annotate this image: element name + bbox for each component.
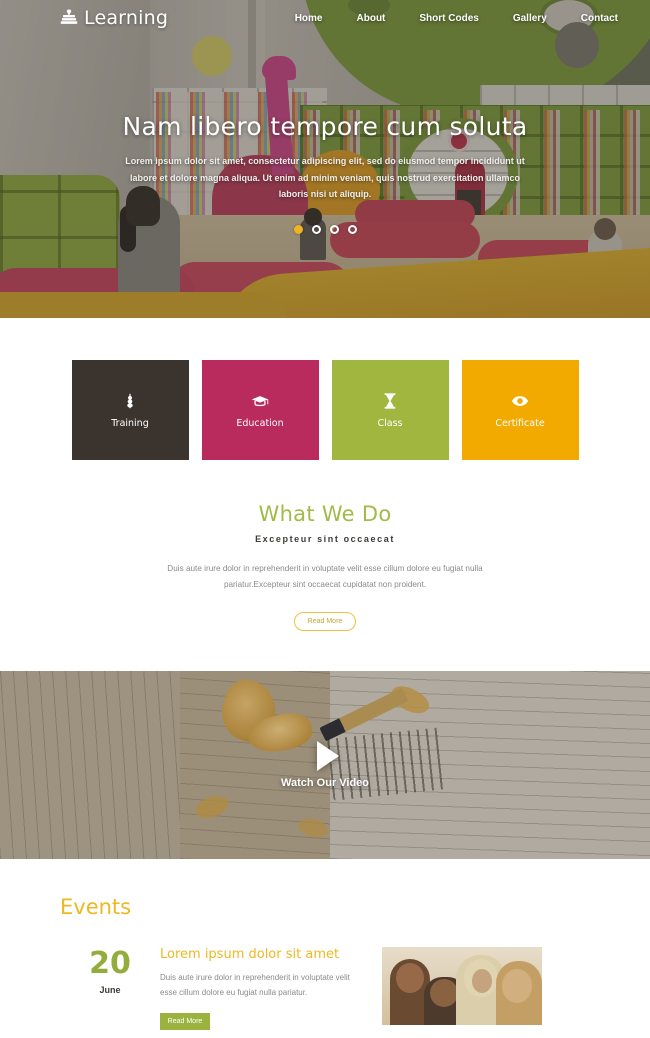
hero-content: Nam libero tempore cum soluta Lorem ipsu… [0,0,650,318]
service-label-training: Training [111,417,149,429]
what-we-do-body: Duis aute irure dolor in reprehenderit i… [167,564,483,590]
hourglass-icon [381,392,399,410]
event-thumbnail[interactable] [382,946,542,1025]
play-triangle-icon[interactable] [317,740,339,771]
logo[interactable]: Learning [60,7,168,29]
what-we-do-section: What We Do Excepteur sint occaecat Duis … [0,460,650,671]
service-card-class[interactable]: Class [331,360,449,460]
nav-item-about[interactable]: About [357,13,386,24]
hero-slider: Nam libero tempore cum soluta Lorem ipsu… [0,0,650,318]
nav-item-gallery[interactable]: Gallery [513,13,547,24]
slider-dot-3[interactable] [329,224,339,234]
service-label-class: Class [377,417,403,429]
wheat-plant-icon [121,392,139,410]
event-title[interactable]: Lorem ipsum dolor sit amet [160,947,360,962]
nav-item-home[interactable]: Home [295,13,323,24]
services-section: Training Education Class Certificate [0,318,650,460]
service-label-education: Education [236,417,284,429]
event-month: June [99,984,121,995]
video-section[interactable]: Watch Our Video [0,670,650,859]
hero-title: Nam libero tempore cum soluta [122,112,528,141]
hero-subtitle: Lorem ipsum dolor sit amet, consectetur … [125,156,525,200]
landing-page: Nam libero tempore cum soluta Lorem ipsu… [0,0,650,1038]
main-navigation: Home About Short Codes Gallery Contact [295,13,618,24]
what-we-do-subtitle: Excepteur sint occaecat [255,534,395,544]
nav-item-contact[interactable]: Contact [581,13,618,24]
what-we-do-title: What We Do [258,502,392,526]
logo-text: Learning [84,7,169,29]
books-stack-icon [60,8,78,28]
video-label: Watch Our Video [280,776,369,789]
nav-item-short-codes[interactable]: Short Codes [419,13,478,24]
event-body: Lorem ipsum dolor sit amet Duis aute iru… [160,947,360,1030]
video-overlay-content: Watch Our Video [0,671,650,859]
service-card-training[interactable]: Training [71,360,189,460]
event-day: 20 [89,945,131,981]
what-we-do-read-more-button[interactable]: Read More [294,611,356,631]
event-description: Duis aute irure dolor in reprehenderit i… [160,972,350,998]
service-card-education[interactable]: Education [201,360,319,460]
graduation-cap-icon [251,392,269,410]
events-section: Events 20 June Lorem ipsum dolor sit ame… [0,858,650,1030]
service-label-certificate: Certificate [495,417,545,429]
events-title: Events [60,894,132,919]
event-item: 20 June Lorem ipsum dolor sit amet Duis … [60,946,650,1030]
slider-dot-4[interactable] [347,224,357,234]
slider-dot-1[interactable] [293,224,303,234]
site-header: Learning Home About Short Codes Gallery … [0,0,650,36]
slider-dot-2[interactable] [311,224,321,234]
event-read-more-button[interactable]: Read More [160,1013,210,1030]
eye-icon [511,392,529,410]
service-card-certificate[interactable]: Certificate [461,360,579,460]
slider-dots[interactable] [293,224,357,234]
event-date: 20 June [60,947,160,995]
